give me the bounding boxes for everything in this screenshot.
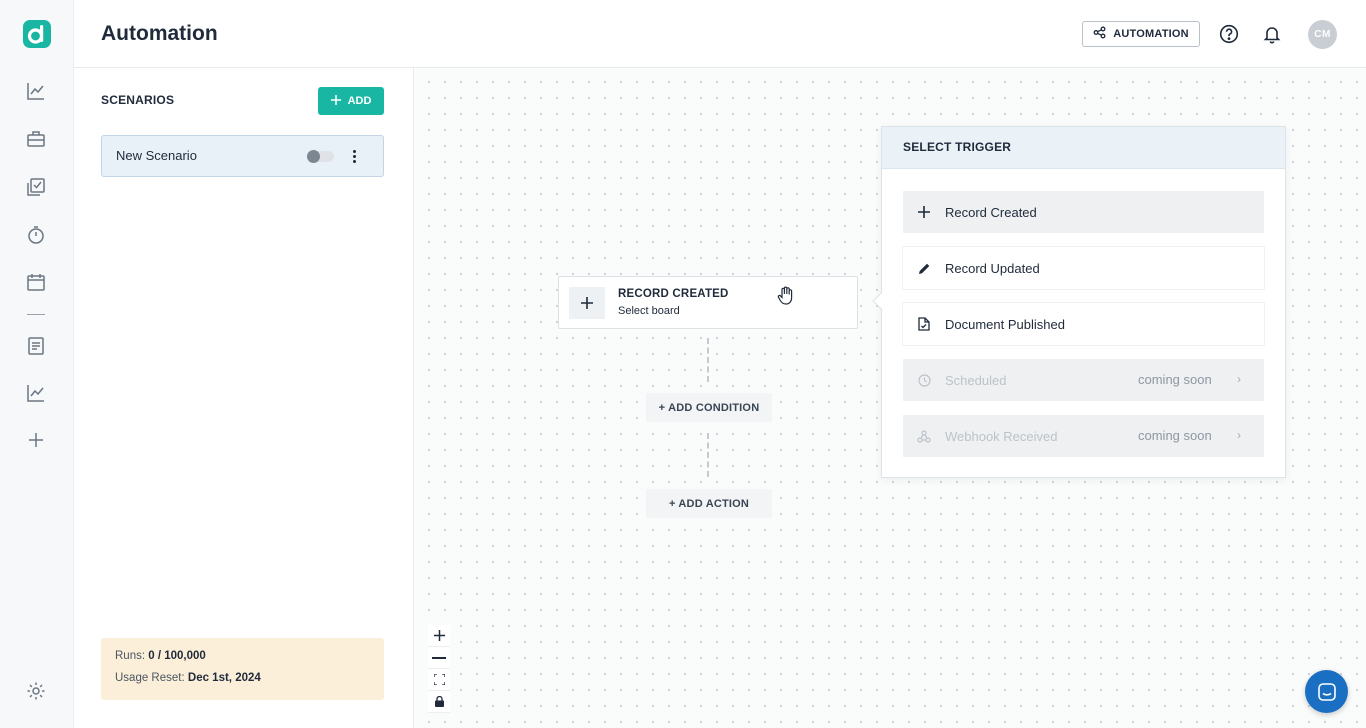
connector-line	[707, 338, 709, 382]
automation-button[interactable]: AUTOMATION	[1082, 21, 1200, 47]
select-trigger-title: SELECT TRIGGER	[882, 127, 1285, 169]
hand-cursor-icon	[777, 286, 795, 311]
plus-icon[interactable]	[25, 429, 47, 451]
trigger-option-record-updated[interactable]: Record Updated	[903, 247, 1264, 289]
top-header: Automation AUTOMATION CM	[74, 0, 1366, 68]
rail-divider	[27, 314, 45, 315]
trigger-option-label: Record Created	[945, 204, 1037, 220]
lock-icon[interactable]	[428, 691, 450, 713]
scenario-name: New Scenario	[116, 148, 197, 163]
plus-icon	[569, 287, 605, 319]
usage-card: Runs: 0 / 100,000 Usage Reset: Dec 1st, …	[101, 638, 384, 700]
automation-button-label: AUTOMATION	[1113, 28, 1189, 40]
chat-launcher-icon[interactable]	[1305, 670, 1348, 713]
pencil-icon	[903, 262, 945, 275]
scenario-item[interactable]: New Scenario	[101, 135, 384, 177]
add-scenario-button[interactable]: ADD	[318, 87, 384, 115]
zoom-in-icon[interactable]	[428, 625, 450, 647]
trigger-option-label: Record Updated	[945, 260, 1040, 276]
usage-reset-value: Dec 1st, 2024	[187, 672, 261, 684]
document-icon	[903, 317, 945, 331]
trigger-option-label: Webhook Received	[945, 428, 1058, 444]
timer-icon[interactable]	[25, 224, 47, 246]
chart-icon[interactable]	[25, 382, 47, 404]
add-action-button[interactable]: + ADD ACTION	[646, 489, 772, 518]
scenarios-title: SCENARIOS	[101, 93, 175, 107]
runs-value: 0 / 100,000	[148, 650, 206, 662]
runs-row: Runs: 0 / 100,000	[115, 650, 206, 662]
bell-icon[interactable]	[1260, 22, 1284, 46]
coming-soon-badge: coming soon	[1138, 428, 1212, 443]
usage-reset-label: Usage Reset:	[115, 672, 185, 684]
add-condition-button[interactable]: + ADD CONDITION	[646, 393, 772, 422]
chevron-right-icon: ›	[1237, 372, 1241, 386]
briefcase-icon[interactable]	[25, 128, 47, 150]
trigger-option-webhook-received: Webhook Received coming soon ›	[903, 415, 1264, 457]
zoom-out-icon[interactable]	[428, 647, 450, 669]
trigger-option-scheduled: Scheduled coming soon ›	[903, 359, 1264, 401]
scenarios-panel: SCENARIOS ADD New Scenario Runs: 0 / 100…	[74, 68, 414, 728]
trigger-node-subtitle: Select board	[618, 305, 680, 317]
select-trigger-panel: SELECT TRIGGER Record Created Record Upd…	[872, 126, 1286, 478]
usage-reset-row: Usage Reset: Dec 1st, 2024	[115, 672, 261, 684]
page-title: Automation	[101, 22, 218, 45]
add-scenario-label: ADD	[347, 95, 372, 107]
user-avatar[interactable]: CM	[1308, 20, 1337, 49]
chart-icon[interactable]	[25, 80, 47, 102]
chevron-right-icon: ›	[1237, 428, 1241, 442]
settings-icon[interactable]	[25, 680, 47, 702]
trigger-option-document-published[interactable]: Document Published	[903, 303, 1264, 345]
coming-soon-badge: coming soon	[1138, 372, 1212, 387]
trigger-option-label: Scheduled	[945, 372, 1007, 388]
calendar-icon[interactable]	[25, 271, 47, 293]
app-logo[interactable]	[23, 20, 51, 48]
runs-label: Runs:	[115, 650, 146, 662]
share-nodes-icon	[1093, 26, 1106, 42]
plus-icon	[903, 206, 945, 218]
webhook-icon	[903, 429, 945, 443]
document-icon[interactable]	[25, 335, 47, 357]
zoom-controls	[428, 625, 450, 713]
trigger-option-label: Document Published	[945, 316, 1065, 332]
clock-icon	[903, 373, 945, 387]
plus-icon	[330, 94, 341, 108]
trigger-option-record-created[interactable]: Record Created	[903, 191, 1264, 233]
more-options-icon[interactable]	[349, 148, 359, 164]
help-icon[interactable]	[1217, 22, 1241, 46]
fit-view-icon[interactable]	[428, 669, 450, 691]
connector-line	[707, 433, 709, 477]
sidebar-rail	[0, 0, 74, 728]
trigger-node-title: RECORD CREATED	[618, 288, 729, 300]
tasks-icon[interactable]	[25, 176, 47, 198]
trigger-node[interactable]: RECORD CREATED Select board	[558, 276, 858, 329]
scenario-toggle[interactable]	[307, 150, 334, 163]
